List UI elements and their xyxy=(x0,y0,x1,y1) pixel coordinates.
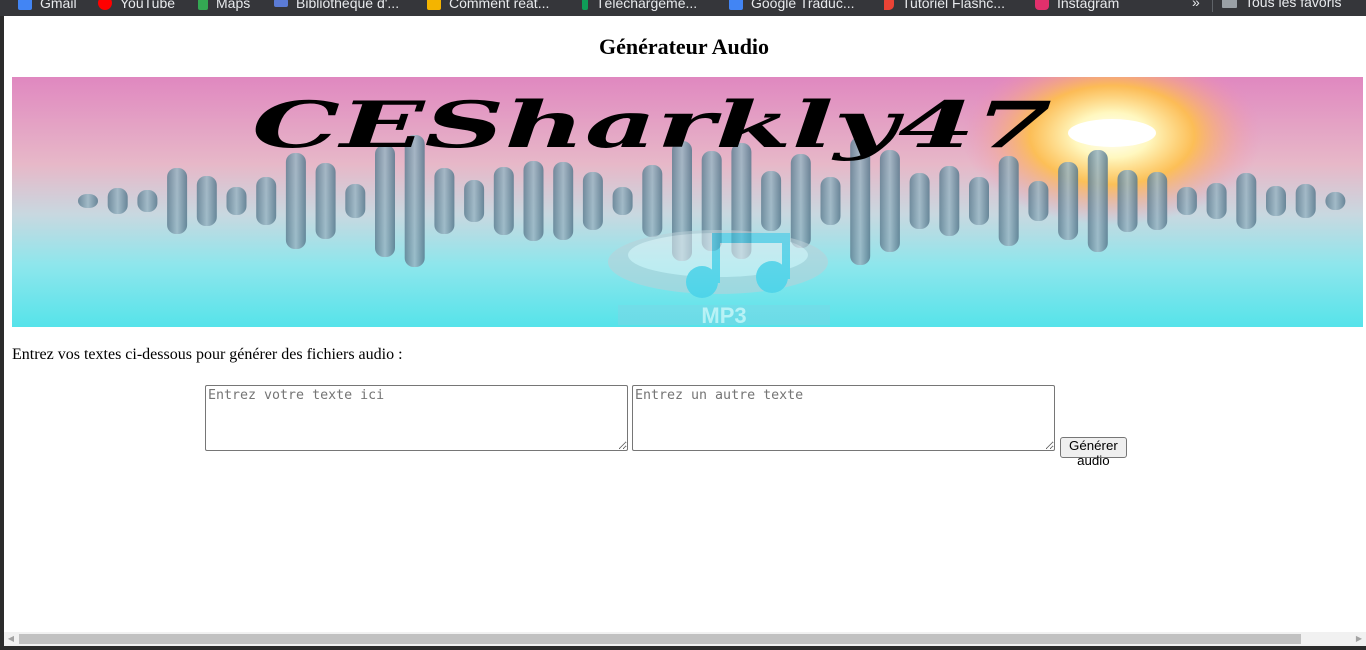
equalizer-bar xyxy=(196,176,217,226)
notes-icon xyxy=(427,0,441,10)
equalizer-bar xyxy=(909,173,930,229)
equalizer-bar xyxy=(1295,184,1316,218)
equalizer-bar xyxy=(256,177,277,225)
equalizer-bar xyxy=(820,177,841,225)
bookmark-youtube[interactable]: YouTube xyxy=(98,0,175,12)
bookmark-label: YouTube xyxy=(120,0,176,11)
instagram-icon xyxy=(1035,0,1049,10)
bookmark-label: Maps xyxy=(216,0,251,11)
all-bookmarks-folder[interactable]: Tous les favoris xyxy=(1222,0,1341,10)
horizontal-scrollbar[interactable]: ◀ ▶ xyxy=(4,632,1366,646)
equalizer-bar xyxy=(761,171,782,231)
bookmarks-overflow-button[interactable]: » xyxy=(1192,0,1200,10)
library-icon xyxy=(274,0,288,7)
all-bookmarks-label: Tous les favoris xyxy=(1245,0,1342,10)
equalizer-bar xyxy=(226,187,247,215)
bookmark-telechargement[interactable]: Téléchargeme... xyxy=(582,0,697,12)
equalizer-bar xyxy=(1236,173,1257,229)
bookmark-label: Comment réat... xyxy=(449,0,550,11)
equalizer-bar xyxy=(1028,181,1049,221)
equalizer-bar xyxy=(345,184,366,218)
equalizer-bar xyxy=(1117,170,1138,232)
scroll-right-arrow-icon[interactable]: ▶ xyxy=(1352,632,1366,646)
maps-icon xyxy=(198,0,208,10)
gmail-icon xyxy=(18,0,32,10)
bookmark-gmail[interactable]: Gmail xyxy=(18,0,77,12)
equalizer-bar xyxy=(939,166,960,236)
bookmark-label: Gmail xyxy=(40,0,77,11)
text-input-secondary[interactable] xyxy=(632,385,1055,451)
equalizer-bar xyxy=(1266,186,1286,216)
equalizer-bar xyxy=(1058,162,1079,240)
equalizer-bar xyxy=(612,187,633,215)
equalizer-bar xyxy=(582,172,603,230)
banner-image: MP3 CESharkly47 xyxy=(12,77,1363,327)
scroll-left-arrow-icon[interactable]: ◀ xyxy=(4,632,18,646)
mp3-emblem: MP3 xyxy=(608,230,830,327)
bookmark-bibliotheque[interactable]: Bibliothèque d'... xyxy=(274,0,399,12)
youtube-icon xyxy=(98,0,112,10)
pin-icon xyxy=(884,0,894,10)
equalizer-bar xyxy=(107,188,128,214)
sun xyxy=(1068,119,1156,147)
equalizer-bar xyxy=(434,168,455,234)
bookmark-label: Bibliothèque d'... xyxy=(296,0,400,11)
bookmark-google-traduction[interactable]: Google Traduc... xyxy=(729,0,855,12)
equalizer-bar xyxy=(137,190,158,212)
equalizer-bar xyxy=(1176,187,1197,215)
equalizer-bar xyxy=(790,154,811,248)
banner-graphic: MP3 CESharkly47 xyxy=(12,77,1363,327)
bookmark-label: Tutoriel Flashc... xyxy=(902,0,1005,11)
instructions-text: Entrez vos textes ci-dessous pour génére… xyxy=(12,346,403,363)
banner-signature: CESharkly47 xyxy=(252,88,1052,163)
bookmark-label: Instagram xyxy=(1057,0,1120,11)
equalizer-bar xyxy=(969,177,989,225)
bookmark-comment[interactable]: Comment réat... xyxy=(427,0,549,12)
equalizer-bar xyxy=(493,167,514,235)
generate-audio-button[interactable]: Générer audio xyxy=(1060,437,1127,468)
equalizer-bar xyxy=(1087,150,1108,252)
bookmarks-bar: Gmail YouTube Maps Bibliothèque d'... Co… xyxy=(0,0,1366,16)
equalizer-bar xyxy=(464,180,485,222)
equalizer-bar xyxy=(78,194,98,208)
equalizer-bar xyxy=(642,165,663,237)
equalizer-bar xyxy=(998,156,1019,246)
bookmark-label: Téléchargeme... xyxy=(596,0,698,11)
equalizer-bar xyxy=(553,162,574,240)
bookmarks-divider xyxy=(1212,0,1213,12)
mp3-badge: MP3 xyxy=(701,303,746,327)
translate-icon xyxy=(729,0,743,10)
bookmark-tutoriel[interactable]: Tutoriel Flashc... xyxy=(884,0,1005,12)
download-icon xyxy=(582,0,588,10)
bookmark-instagram[interactable]: Instagram xyxy=(1035,0,1119,12)
text-input-primary[interactable] xyxy=(205,385,628,451)
bookmark-maps[interactable]: Maps xyxy=(198,0,250,12)
equalizer-bar xyxy=(1325,192,1346,210)
equalizer-bar xyxy=(315,163,336,239)
scroll-thumb[interactable] xyxy=(19,634,1301,644)
bookmark-label: Google Traduc... xyxy=(751,0,855,11)
equalizer-bar xyxy=(1147,172,1168,230)
page-viewport: Générateur Audio MP3 CESharkly47 Entrez … xyxy=(4,16,1366,632)
folder-icon xyxy=(1222,0,1237,8)
equalizer-bar xyxy=(285,153,306,249)
equalizer-bar xyxy=(879,150,900,252)
page-title: Générateur Audio xyxy=(598,34,770,59)
equalizer-bar xyxy=(1206,183,1227,219)
equalizer-bar xyxy=(167,168,188,234)
equalizer-bar xyxy=(523,161,544,241)
